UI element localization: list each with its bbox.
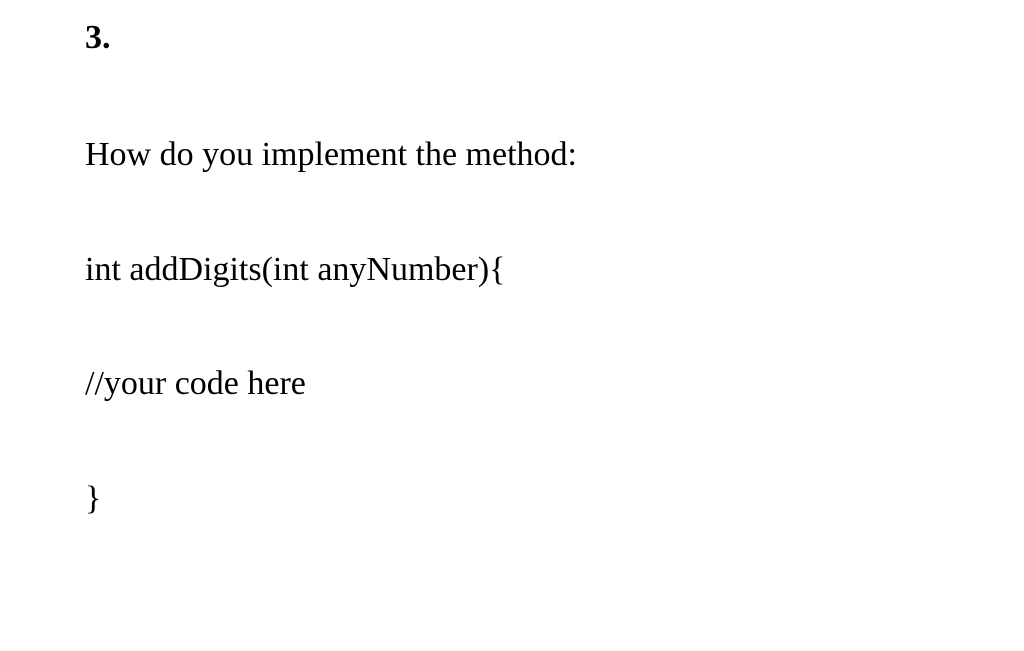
question-number: 3. xyxy=(85,18,1024,59)
code-placeholder-line: //your code here xyxy=(85,364,1024,405)
code-closing-brace: } xyxy=(85,479,1024,520)
code-signature-line: int addDigits(int anyNumber){ xyxy=(85,250,1024,291)
question-prompt: How do you implement the method: xyxy=(85,135,1024,176)
